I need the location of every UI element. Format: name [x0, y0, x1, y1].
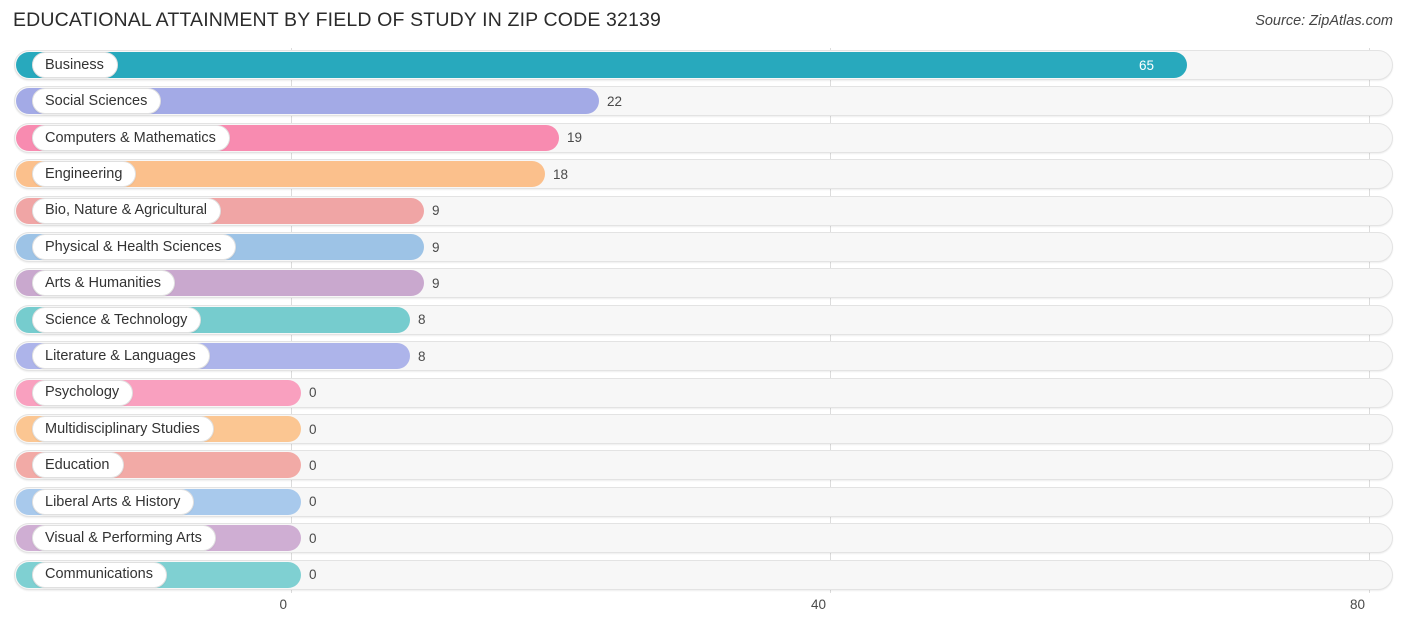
- bar-category-label: Computers & Mathematics: [32, 124, 230, 151]
- bar-category-label-text: Education: [45, 457, 110, 474]
- bar-category-label: Bio, Nature & Agricultural: [32, 197, 221, 224]
- bar-category-label-text: Business: [45, 56, 104, 73]
- bar-row[interactable]: Social Sciences 22: [14, 86, 1393, 117]
- bar-value-label: 0: [309, 457, 317, 473]
- bar-category-label: Literature & Languages: [32, 343, 210, 370]
- bar-row[interactable]: Engineering 18: [14, 159, 1393, 190]
- bar-value-label: 9: [432, 203, 440, 219]
- bar-category-label: Arts & Humanities: [32, 270, 176, 297]
- bar-value-label: 8: [418, 312, 426, 328]
- bar-row[interactable]: Physical & Health Sciences 9: [14, 232, 1393, 262]
- bar-category-label-text: Literature & Languages: [45, 347, 196, 364]
- bar-category-label: Science & Technology: [32, 306, 202, 333]
- x-tick-label: 40: [810, 597, 826, 612]
- bar-category-label: Communications: [32, 561, 167, 588]
- bar-row[interactable]: Visual & Performing Arts 0: [14, 523, 1393, 554]
- bar-row[interactable]: Education 0: [14, 450, 1393, 481]
- bar-value-label: 0: [309, 385, 317, 401]
- chart-container: EDUCATIONAL ATTAINMENT BY FIELD OF STUDY…: [0, 0, 1406, 631]
- bar-row[interactable]: Communications 0: [14, 559, 1393, 590]
- bar-category-label-text: Bio, Nature & Agricultural: [45, 202, 207, 219]
- bar-row[interactable]: Liberal Arts & History 0: [14, 486, 1393, 517]
- bar-value-label: 22: [607, 93, 623, 109]
- bar-category-label: Visual & Performing Arts: [32, 525, 216, 552]
- bar-row[interactable]: Psychology 0: [14, 377, 1393, 408]
- bar-value-label: 0: [309, 421, 317, 437]
- x-tick-label: 80: [1349, 597, 1365, 612]
- bar-category-label: Social Sciences: [32, 88, 162, 115]
- bar-category-label: Liberal Arts & History: [32, 488, 195, 515]
- bar-row[interactable]: Literature & Languages 8: [14, 341, 1393, 372]
- plot-area: Business 65 Social Sciences 22 Computers & M…: [0, 48, 1406, 593]
- bar-row[interactable]: Arts & Humanities 9: [14, 268, 1393, 299]
- bar-category-label-text: Science & Technology: [45, 311, 188, 328]
- page-title: EDUCATIONAL ATTAINMENT BY FIELD OF STUDY…: [13, 9, 662, 31]
- bar-row[interactable]: Bio, Nature & Agricultural 9: [14, 195, 1393, 226]
- bar-value-label: 8: [418, 348, 426, 364]
- bar-value-label: 0: [309, 567, 317, 583]
- bar-value-label: 0: [309, 530, 317, 546]
- bar-category-label-text: Social Sciences: [45, 93, 148, 110]
- bar-fill: [16, 52, 1187, 78]
- bar-category-label-text: Liberal Arts & History: [45, 493, 181, 510]
- source-attribution: Source: ZipAtlas.com: [1255, 13, 1393, 29]
- bar-value-label: 9: [432, 275, 440, 291]
- x-tick-label: 0: [279, 597, 287, 612]
- bar-category-label-text: Engineering: [45, 165, 123, 182]
- bar-category-label: Multidisciplinary Studies: [32, 416, 214, 442]
- bar-row[interactable]: Business 65: [14, 50, 1393, 80]
- bar-category-label-text: Physical & Health Sciences: [45, 238, 222, 255]
- bar-value-label: 18: [553, 166, 569, 182]
- bar-row[interactable]: Computers & Mathematics 19: [14, 122, 1393, 153]
- bar-category-label-text: Multidisciplinary Studies: [45, 420, 200, 437]
- bar-row[interactable]: Science & Technology 8: [14, 304, 1393, 335]
- bar-category-label: Physical & Health Sciences: [32, 234, 236, 260]
- bar-value-label: 9: [432, 239, 440, 255]
- bar-category-label-text: Computers & Mathematics: [45, 129, 216, 146]
- x-axis: 0 40 80: [0, 593, 1406, 631]
- bar-category-label: Business: [32, 52, 118, 78]
- bar-value-label: 0: [309, 494, 317, 510]
- bar-category-label-text: Visual & Performing Arts: [45, 529, 202, 546]
- bar-value-label: 19: [567, 130, 583, 146]
- bar-category-label: Psychology: [32, 379, 134, 406]
- bar-category-label: Education: [32, 452, 124, 479]
- bar-category-label-text: Psychology: [45, 384, 120, 401]
- bar-category-label: Engineering: [32, 161, 137, 188]
- bar-row[interactable]: Multidisciplinary Studies 0: [14, 414, 1393, 444]
- bar-category-label-text: Arts & Humanities: [45, 275, 162, 292]
- bar-category-label-text: Communications: [45, 566, 153, 583]
- bar-value-label: 65: [1139, 57, 1155, 73]
